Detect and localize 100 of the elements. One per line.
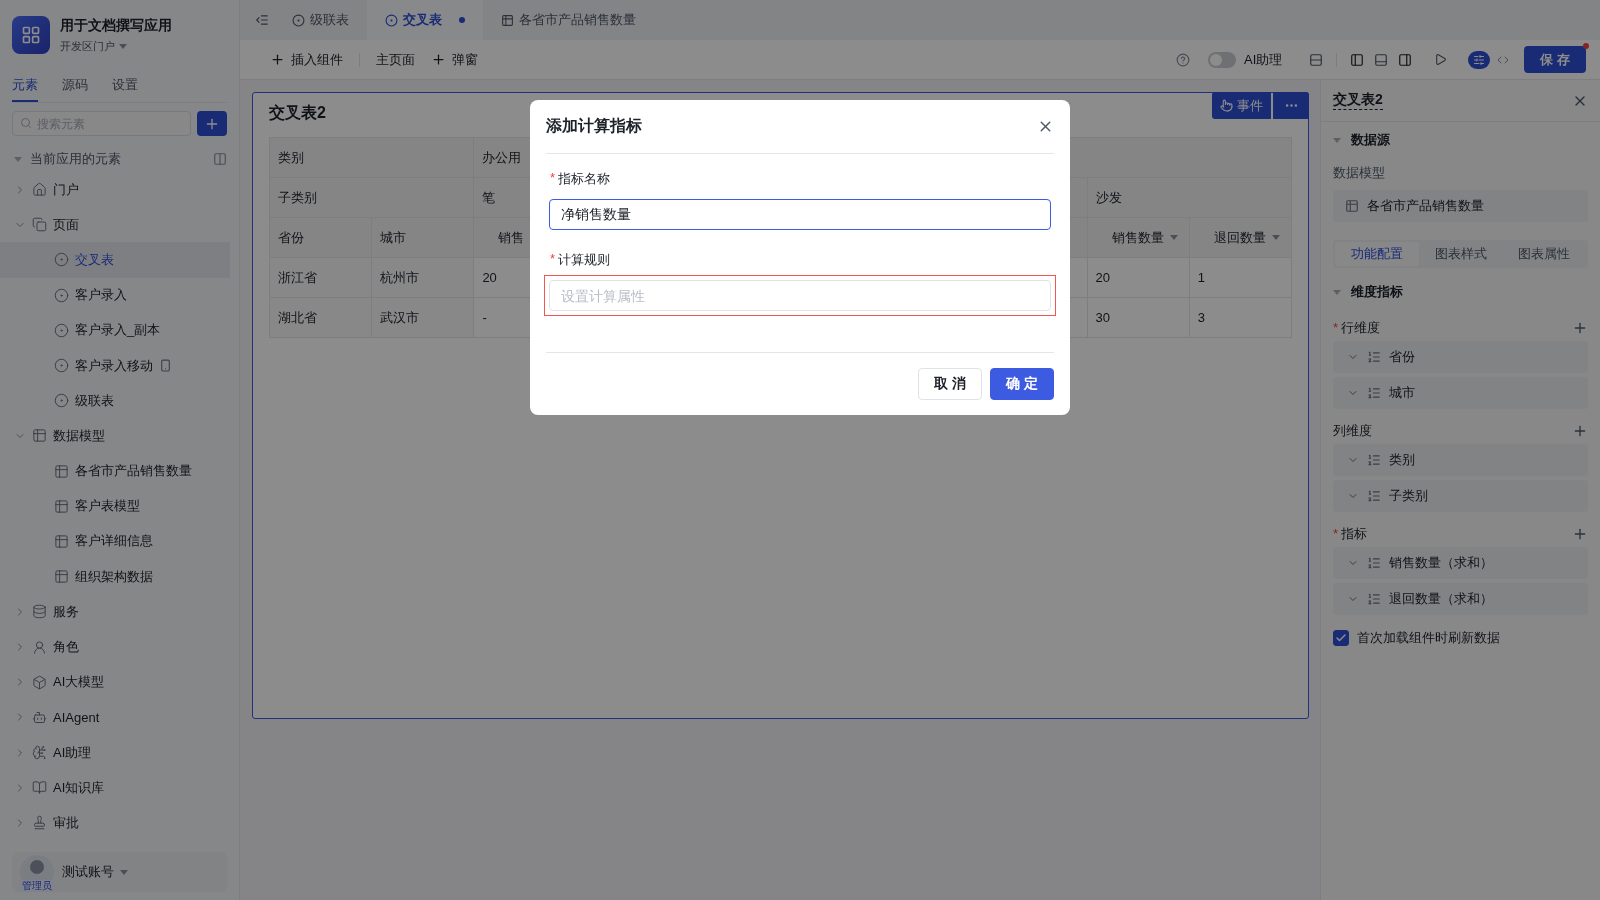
tree-item[interactable]: 门户: [0, 172, 230, 208]
help-icon[interactable]: [1176, 52, 1191, 67]
tree-item[interactable]: 角色: [0, 629, 230, 665]
table-cell: 1: [1189, 258, 1292, 298]
cube-icon: [32, 674, 47, 690]
header-cell: 退回数量: [1189, 218, 1292, 258]
sliders-icon: [1473, 53, 1486, 66]
panel-left-icon[interactable]: [1350, 52, 1365, 67]
confirm-button[interactable]: 确 定: [990, 368, 1054, 400]
tree-item[interactable]: 客户录入移动: [0, 347, 230, 384]
tree-item[interactable]: AIAgent: [0, 699, 230, 735]
table-icon: [1345, 199, 1359, 213]
tree-header[interactable]: 当前应用的元素: [14, 150, 121, 168]
panel-tab[interactable]: 图表属性: [1502, 242, 1586, 266]
page-icon: [54, 393, 69, 409]
cancel-button[interactable]: 取 消: [918, 368, 983, 400]
checkbox[interactable]: [1333, 630, 1349, 646]
sort-icon[interactable]: [1169, 235, 1178, 240]
header-cell: 子类别: [270, 178, 475, 218]
header-cell: 沙发: [1087, 178, 1292, 218]
user-menu[interactable]: 测试账号: [62, 863, 128, 881]
sort-order-icon: [1367, 350, 1381, 364]
page-icon: [54, 322, 69, 338]
home-icon: [32, 182, 47, 198]
section-header[interactable]: 数据源: [1333, 122, 1588, 158]
tree-item[interactable]: 审批: [0, 805, 230, 841]
header-cell: 城市: [372, 218, 475, 258]
portal-selector[interactable]: 开发区门户: [60, 38, 172, 54]
field-label: 数据模型: [1333, 164, 1386, 182]
search-icon: [20, 117, 32, 129]
add-button[interactable]: [197, 111, 227, 136]
table-cell: 20: [1087, 258, 1190, 298]
caret-icon: [1333, 289, 1341, 295]
caret-icon: [14, 156, 22, 162]
panel-right-icon[interactable]: [1398, 52, 1413, 67]
sidebar-tab[interactable]: 设置: [112, 74, 138, 102]
tree-item[interactable]: 客户录入_副本: [0, 312, 230, 348]
sort-order-icon: [1367, 386, 1381, 400]
layout-icon[interactable]: [1309, 52, 1324, 67]
field-item[interactable]: 省份: [1333, 341, 1588, 373]
robot-icon: [32, 709, 47, 725]
sidebar-tab[interactable]: 源码: [62, 74, 88, 102]
editor-tab[interactable]: 级联表: [274, 0, 367, 40]
plus-icon: [431, 52, 446, 67]
table-icon: [501, 13, 514, 27]
more-button[interactable]: [1273, 92, 1309, 119]
collapse-icon[interactable]: [255, 13, 269, 27]
page-icon: [292, 13, 305, 27]
tree-item[interactable]: 级联表: [0, 383, 230, 419]
panel-bottom-icon[interactable]: [1374, 52, 1389, 67]
tree-item[interactable]: 各省市产品销售数量: [0, 453, 230, 489]
tree-item[interactable]: 组织架构数据: [0, 559, 230, 595]
layout-icon[interactable]: [213, 152, 227, 166]
field-item[interactable]: 城市: [1333, 377, 1588, 409]
toggle-label: AI助理: [1244, 50, 1283, 69]
field-item[interactable]: 销售数量（求和）: [1333, 547, 1588, 579]
design-button[interactable]: [1468, 50, 1491, 69]
page-icon: [54, 287, 69, 303]
panel-tab[interactable]: 图表样式: [1418, 242, 1503, 266]
page-icon: [54, 358, 69, 374]
input-field[interactable]: 净销售数量: [549, 199, 1051, 230]
section-header[interactable]: 维度指标: [1333, 274, 1588, 310]
field-item[interactable]: 类别: [1333, 444, 1588, 476]
model-field[interactable]: 各省市产品销售数量: [1333, 190, 1588, 222]
play-icon[interactable]: [1434, 53, 1448, 66]
toolbar-button[interactable]: 主页面: [368, 50, 423, 69]
sort-icon[interactable]: [1271, 235, 1280, 240]
panel-tab[interactable]: 功能配置: [1335, 242, 1419, 266]
tree-item[interactable]: 服务: [0, 594, 230, 630]
sort-order-icon: [1367, 489, 1381, 503]
table-cell: 杭州市: [372, 258, 475, 298]
database-icon: [32, 604, 47, 620]
field-item[interactable]: 退回数量（求和）: [1333, 583, 1588, 615]
toolbar-button[interactable]: 弹窗: [423, 50, 486, 69]
tree-item[interactable]: 客户详细信息: [0, 523, 230, 560]
brain-icon: [32, 745, 47, 761]
tree-item[interactable]: 交叉表: [0, 242, 230, 278]
editor-tab[interactable]: 各省市产品销售数量: [483, 0, 654, 40]
tree-item[interactable]: AI知识库: [0, 770, 230, 806]
plus-icon: [270, 52, 285, 67]
field-item[interactable]: 子类别: [1333, 480, 1588, 512]
event-button[interactable]: 事件: [1212, 92, 1271, 119]
app-title: 用于文档撰写应用: [60, 16, 172, 35]
tree-item[interactable]: AI大模型: [0, 664, 230, 700]
widget-title: 交叉表2: [269, 103, 326, 123]
tree-item[interactable]: AI助理: [0, 735, 230, 771]
tree-item[interactable]: 数据模型: [0, 418, 230, 454]
panel-title: 交叉表2: [1333, 91, 1383, 110]
table-cell: 30: [1087, 298, 1190, 338]
page-icon: [385, 13, 398, 27]
pages-icon: [32, 217, 47, 233]
table-icon: [54, 533, 69, 549]
save-button[interactable]: 保 存: [1524, 46, 1586, 73]
editor-tab[interactable]: 交叉表: [367, 0, 483, 40]
caret-icon: [1333, 137, 1341, 143]
toolbar-button[interactable]: 插入组件: [262, 50, 351, 69]
sidebar-tab[interactable]: 元素: [12, 74, 38, 102]
tree-item[interactable]: 客户表模型: [0, 488, 230, 524]
table-cell: 浙江省: [270, 258, 373, 298]
assistant-toggle[interactable]: [1208, 51, 1237, 68]
